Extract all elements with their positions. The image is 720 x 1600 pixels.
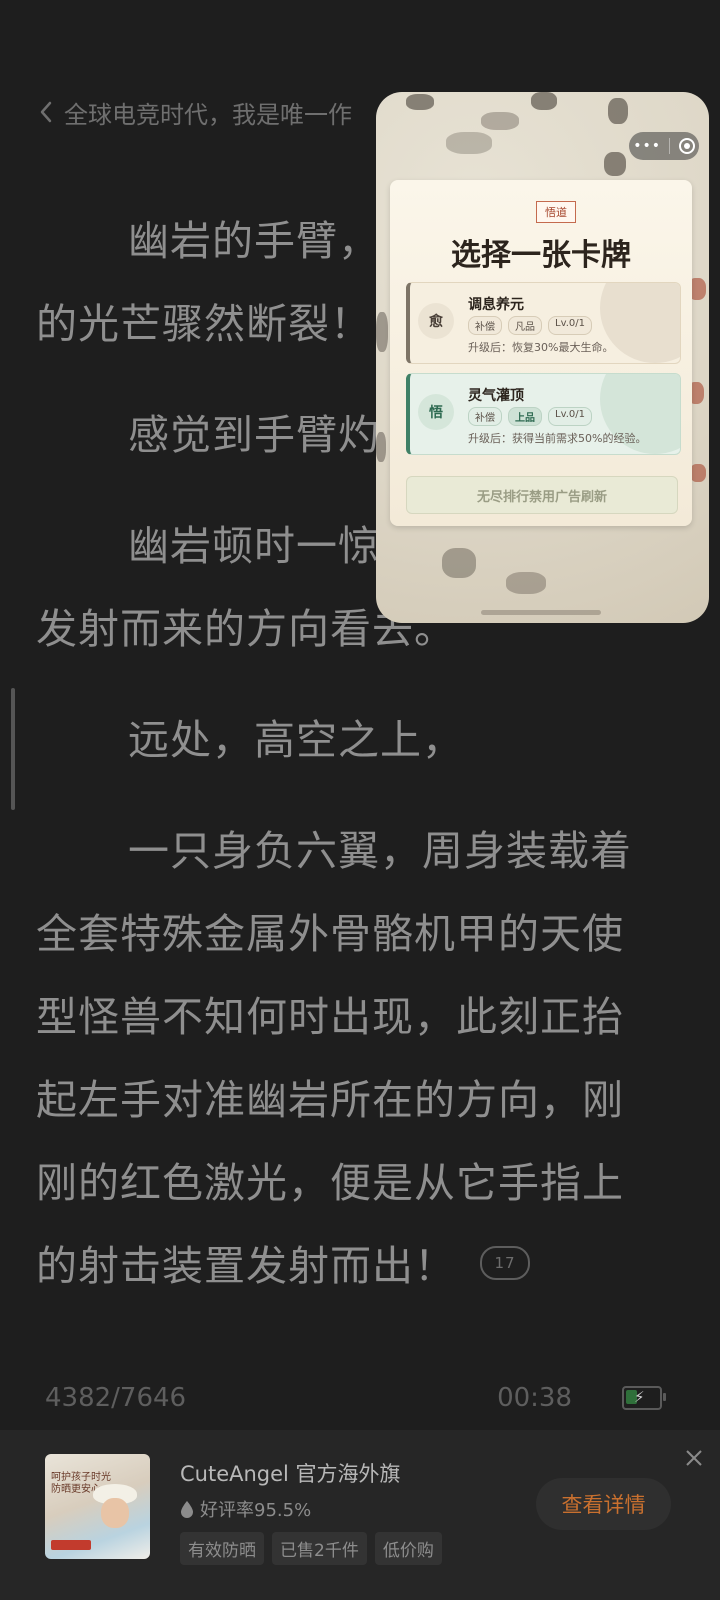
card-description: 升级后：获得当前需求50%的经验。 [468,432,647,445]
card-tags: 补偿 凡品 Lv.0/1 [468,316,592,335]
close-target-icon[interactable] [678,138,695,154]
reading-progress: 4382/7646 [45,1383,187,1413]
ad-banner[interactable]: 呵护孩子时光 防晒更安心 CuteAngel 官方海外旗 好评率95.5% 有效… [0,1430,720,1600]
card-level: Lv.0/1 [548,407,592,426]
game-background-decoration [604,152,626,176]
game-background-decoration [442,548,476,578]
child-face-illustration [101,1498,129,1528]
card-tag: 补偿 [468,407,502,426]
text-line: 型怪兽不知何时出现，此刻正抬 [36,993,624,1041]
text-line: 的射击装置发射而出！ [36,1242,456,1290]
card-level: Lv.0/1 [548,316,592,335]
drop-icon [181,1501,193,1518]
game-background-decoration [608,98,628,124]
card-description: 升级后：恢复30%最大生命。 [468,341,614,354]
ad-rating: 好评率95.5% [180,1496,311,1522]
card-option[interactable]: 愈 调息养元 补偿 凡品 Lv.0/1 升级后：恢复30%最大生命。 [406,282,681,364]
reader-status-footer: 4382/7646 00:38 ⚡ [45,1378,666,1418]
ad-tags: 有效防晒 已售2千件 低价购 [180,1532,442,1565]
price-tag-illustration [51,1540,91,1550]
comment-count-badge[interactable]: 17 [480,1246,530,1280]
mini-program-window[interactable]: ••• 悟道 选择一张卡牌 愈 调息养元 补偿 凡品 Lv.0/1 升级后：恢复… [376,92,709,623]
rating-text: 好评率95.5% [200,1500,312,1521]
card-tag: 上品 [508,407,542,426]
text-line: 全套特殊金属外骨骼机甲的天使 [36,910,624,958]
paragraph: 一只身负六翼，周身装载着 全套特殊金属外骨骼机甲的天使 型怪兽不知何时出现，此刻… [36,810,686,1308]
back-arrow-icon[interactable] [38,99,54,125]
card-tags: 补偿 上品 Lv.0/1 [468,407,592,426]
clock-time: 00:38 [497,1383,572,1413]
more-menu-icon[interactable]: ••• [633,139,661,153]
text-line: 一只身负六翼，周身装载着 [128,827,632,875]
card-icon: 悟 [418,394,454,430]
refresh-button[interactable]: 无尽排行禁用广告刷新 [406,476,678,514]
panel-badge: 悟道 [536,201,576,223]
game-background-decoration [376,432,386,462]
ad-product-image[interactable]: 呵护孩子时光 防晒更安心 [45,1454,150,1559]
ad-title[interactable]: CuteAngel 官方海外旗 [180,1458,401,1488]
card-option[interactable]: 悟 灵气灌顶 补偿 上品 Lv.0/1 升级后：获得当前需求50%的经验。 [406,373,681,455]
battery-icon: ⚡ [622,1386,666,1410]
view-details-button[interactable]: 查看详情 [536,1478,671,1530]
card-name: 调息养元 [468,297,524,313]
charging-bolt-icon: ⚡ [634,1388,645,1406]
mini-program-capsule: ••• [629,132,699,160]
game-background-decoration [690,464,706,482]
game-background-decoration [406,94,434,110]
card-icon: 愈 [418,303,454,339]
card-tag: 补偿 [468,316,502,335]
scroll-indicator[interactable] [11,688,15,810]
card-name: 灵气灌顶 [468,388,524,404]
text-line: 起左手对准幽岩所在的方向，刚 [36,1076,624,1124]
game-background-decoration [481,112,519,130]
game-background-decoration [376,312,388,352]
reader-topbar: 全球电竞时代，我是唯一作 [38,94,352,130]
game-background-decoration [446,132,492,154]
close-icon[interactable] [684,1448,704,1468]
game-background-decoration [531,92,557,110]
book-title[interactable]: 全球电竞时代，我是唯一作 [64,95,352,130]
card-select-panel: 悟道 选择一张卡牌 愈 调息养元 补偿 凡品 Lv.0/1 升级后：恢复30%最… [390,180,692,526]
capsule-divider [669,138,671,154]
text-line: 远处，高空之上， [128,716,464,764]
paragraph: 远处，高空之上， [36,699,686,782]
text-line: 刚的红色激光，便是从它手指上 [36,1159,624,1207]
card-tag: 凡品 [508,316,542,335]
ad-tag: 有效防晒 [180,1532,264,1565]
game-background-decoration [506,572,546,594]
panel-title: 选择一张卡牌 [451,238,631,273]
ad-tag: 已售2千件 [272,1532,367,1565]
ad-tag: 低价购 [374,1532,442,1565]
home-indicator [481,610,601,615]
text-line-last: 的射击装置发射而出！ 17 [36,1225,686,1308]
